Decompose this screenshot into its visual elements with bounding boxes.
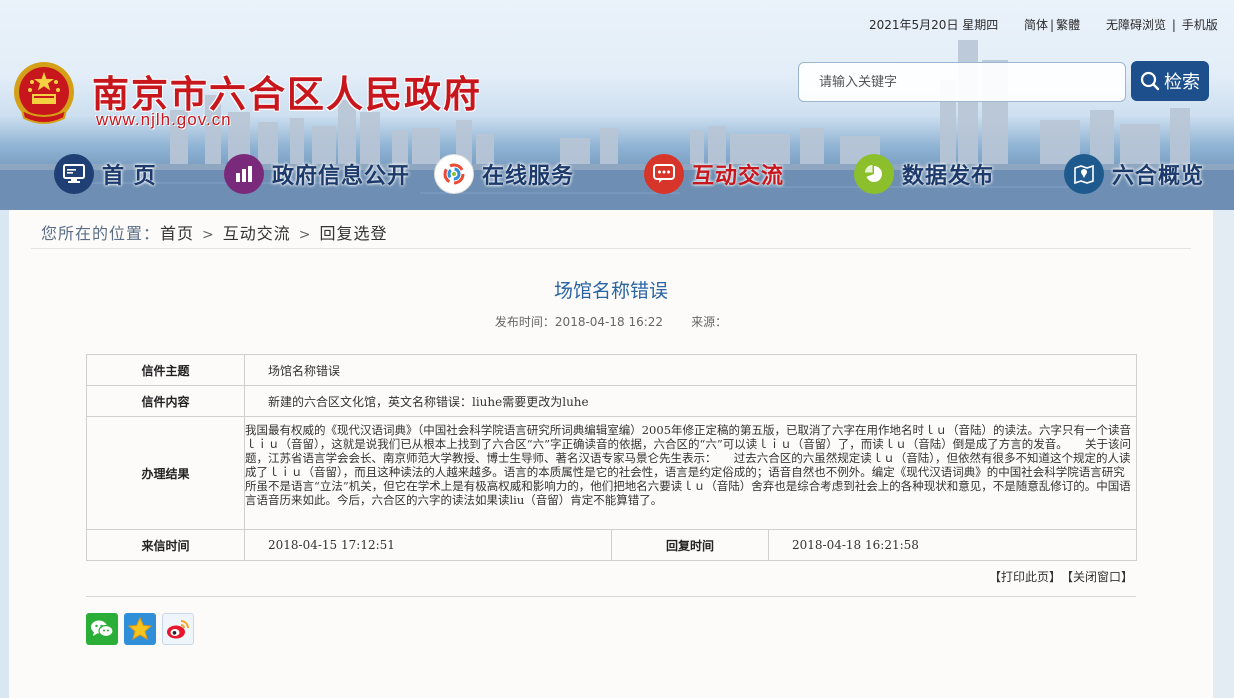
weibo-icon[interactable] bbox=[162, 613, 194, 645]
letter-details-table: 信件主题 场馆名称错误 信件内容 新建的六合区文化馆，英文名称错误：liuhe需… bbox=[86, 354, 1138, 561]
nav-overview[interactable]: 六合概览 bbox=[1064, 152, 1204, 196]
nav-data-release[interactable]: 数据发布 bbox=[854, 152, 994, 196]
reply-time: 2018-04-18 16:21:58 bbox=[767, 529, 1138, 561]
nav-overview-label: 六合概览 bbox=[1112, 164, 1205, 189]
main-content: 您所在的位置：首页 > 互动交流 > 回复选登 场馆名称错误 发布时间：2018-04-… bbox=[9, 210, 1213, 698]
accessibility-link[interactable]: 无障碍浏览 bbox=[1106, 18, 1166, 32]
pie-chart-icon bbox=[854, 154, 894, 194]
top-links: 无障碍浏览 | 手机版 bbox=[1106, 16, 1218, 33]
nav-data-release-label: 数据发布 bbox=[902, 164, 995, 189]
source-label: 来源： bbox=[691, 315, 728, 329]
breadcrumb-separator: > bbox=[298, 227, 312, 243]
breadcrumb-interaction[interactable]: 互动交流 bbox=[223, 224, 291, 243]
breadcrumb: 您所在的位置：首页 > 互动交流 > 回复选登 bbox=[41, 220, 388, 244]
divider bbox=[31, 248, 1191, 249]
divider bbox=[86, 596, 1136, 597]
result-label: 办理结果 bbox=[86, 416, 245, 530]
map-pin-icon bbox=[1064, 154, 1104, 194]
language-switch: 简体 | 繁體 bbox=[1024, 16, 1080, 33]
simplified-chinese-link[interactable]: 简体 bbox=[1024, 18, 1048, 32]
chat-bubble-icon bbox=[644, 154, 684, 194]
breadcrumb-reply-selection[interactable]: 回复选登 bbox=[320, 224, 388, 243]
publish-time: 2018-04-18 16:22 bbox=[554, 315, 664, 329]
service-circle-icon bbox=[434, 154, 474, 194]
current-date: 2021年5月20日 星期四 bbox=[869, 18, 999, 32]
subject-label: 信件主题 bbox=[86, 354, 245, 386]
breadcrumb-prefix: 您所在的位置： bbox=[41, 224, 161, 243]
breadcrumb-separator: > bbox=[202, 227, 215, 243]
nav-gov-info[interactable]: 政府信息公开 bbox=[224, 152, 410, 196]
monitor-icon bbox=[54, 154, 94, 194]
table-row: 来信时间 2018-04-15 17:12:51 回复时间 2018-04-18… bbox=[86, 529, 1138, 561]
table-row: 信件内容 新建的六合区文化馆，英文名称错误：liuhe需要更改为luhe bbox=[86, 385, 1138, 417]
traditional-chinese-link[interactable]: 繁體 bbox=[1056, 18, 1080, 32]
nav-interaction[interactable]: 互动交流 bbox=[644, 152, 784, 196]
table-row: 信件主题 场馆名称错误 bbox=[86, 354, 1138, 386]
search-icon bbox=[1140, 71, 1160, 91]
reply-label: 回复时间 bbox=[611, 529, 769, 561]
right-margin bbox=[1213, 210, 1234, 698]
search-button[interactable]: 检索 bbox=[1131, 61, 1209, 101]
article-meta: 发布时间：2018-04-18 16:22 来源： bbox=[9, 313, 1213, 330]
search-button-label: 检索 bbox=[1164, 72, 1200, 93]
received-label: 来信时间 bbox=[86, 529, 245, 561]
top-link-separator: | bbox=[1171, 18, 1176, 32]
print-page-link[interactable]: 【打印此页】 bbox=[989, 570, 1061, 584]
page-actions: 【打印此页】 【关闭窗口】 bbox=[983, 568, 1133, 585]
document-chart-icon bbox=[224, 154, 264, 194]
received-time: 2018-04-15 17:12:51 bbox=[244, 529, 612, 561]
nav-online-service[interactable]: 在线服务 bbox=[434, 152, 574, 196]
nav-gov-info-label: 政府信息公开 bbox=[272, 164, 411, 189]
site-domain: www.njlh.gov.cn bbox=[96, 110, 232, 129]
star-favorite-icon[interactable] bbox=[124, 613, 156, 645]
nav-online-service-label: 在线服务 bbox=[482, 164, 575, 189]
breadcrumb-home[interactable]: 首页 bbox=[160, 224, 194, 243]
content-label: 信件内容 bbox=[86, 385, 245, 417]
result-value: 我国最有权威的《现代汉语词典》（中国社会科学院语言研究所词典编辑室编）2005年… bbox=[243, 416, 1138, 530]
nav-interaction-label: 互动交流 bbox=[692, 164, 785, 189]
language-separator: | bbox=[1050, 18, 1055, 32]
table-row: 办理结果 我国最有权威的《现代汉语词典》（中国社会科学院语言研究所词典编辑室编）… bbox=[86, 416, 1138, 530]
nav-home-label: 首 页 bbox=[102, 164, 157, 189]
mobile-version-link[interactable]: 手机版 bbox=[1182, 18, 1218, 32]
publish-label: 发布时间： bbox=[494, 315, 555, 329]
subject-value: 场馆名称错误 bbox=[243, 354, 1138, 386]
content-value: 新建的六合区文化馆，英文名称错误：liuhe需要更改为luhe bbox=[243, 385, 1138, 417]
wechat-icon[interactable] bbox=[86, 613, 118, 645]
nav-home[interactable]: 首 页 bbox=[54, 152, 157, 196]
site-header: 2021年5月20日 星期四 简体 | 繁體 无障碍浏览 | 手机版 南京市六合区人… bbox=[0, 0, 1234, 210]
close-window-link[interactable]: 【关闭窗口】 bbox=[1067, 570, 1133, 584]
national-emblem-icon[interactable] bbox=[12, 60, 76, 130]
search-input[interactable] bbox=[798, 62, 1126, 102]
article-title: 场馆名称错误 bbox=[553, 280, 668, 302]
